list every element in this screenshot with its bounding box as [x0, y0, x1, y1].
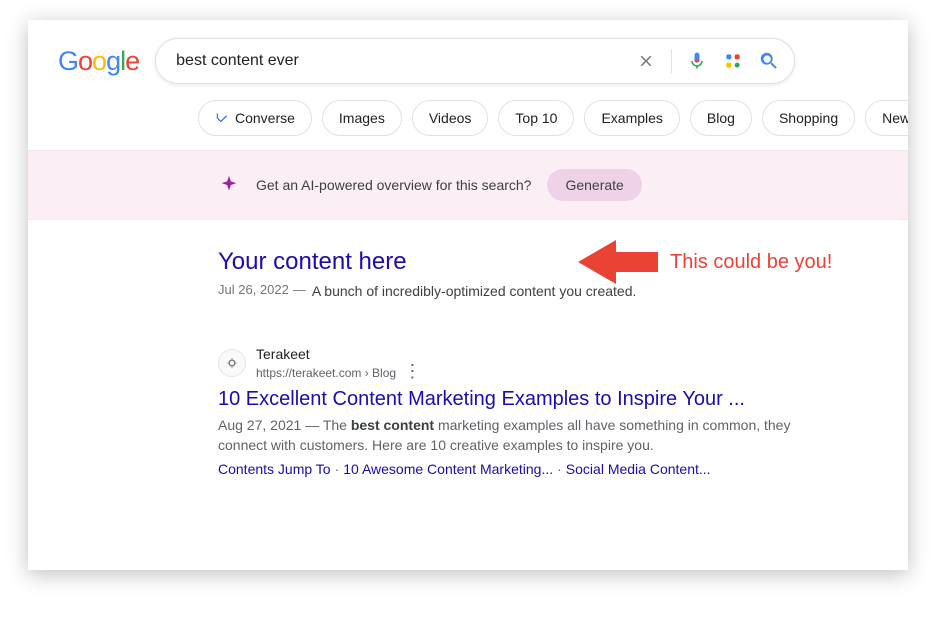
search-result: Terakeet https://terakeet.com › Blog ⋮ 1…	[218, 346, 818, 478]
chip-top10[interactable]: Top 10	[498, 100, 574, 136]
lens-icon[interactable]	[722, 50, 744, 72]
chip-news[interactable]: News	[865, 100, 908, 136]
arrow-icon	[578, 232, 658, 292]
chip-images[interactable]: Images	[322, 100, 402, 136]
chip-label: News	[882, 110, 908, 126]
search-icon[interactable]	[758, 50, 780, 72]
ai-overview-banner: Get an AI-powered overview for this sear…	[28, 150, 908, 220]
search-bar[interactable]	[155, 38, 795, 84]
chip-label: Images	[339, 110, 385, 126]
result-sitelinks: Contents Jump To·10 Awesome Content Mark…	[218, 461, 818, 477]
sitelink[interactable]: 10 Awesome Content Marketing...	[343, 461, 553, 477]
google-logo[interactable]: Google	[58, 46, 139, 77]
more-icon[interactable]: ⋮	[403, 361, 421, 381]
filter-chips: Converse Images Videos Top 10 Examples B…	[28, 94, 908, 150]
favicon	[218, 349, 246, 377]
ai-banner-text: Get an AI-powered overview for this sear…	[256, 177, 531, 193]
annotation-text: This could be you!	[670, 251, 832, 274]
chip-converse[interactable]: Converse	[198, 100, 312, 136]
generate-button[interactable]: Generate	[547, 169, 641, 201]
search-input[interactable]	[176, 52, 635, 70]
sparkle-icon	[218, 174, 240, 196]
result-site-name: Terakeet	[256, 346, 421, 362]
result-title[interactable]: 10 Excellent Content Marketing Examples …	[218, 388, 818, 411]
chip-label: Videos	[429, 110, 472, 126]
sitelink[interactable]: Contents Jump To	[218, 461, 331, 477]
chip-label: Top 10	[515, 110, 557, 126]
chip-examples[interactable]: Examples	[584, 100, 679, 136]
divider	[671, 49, 672, 73]
dash: —	[293, 282, 306, 297]
annotation: This could be you!	[578, 232, 832, 292]
converse-icon	[215, 111, 229, 125]
chip-label: Shopping	[779, 110, 838, 126]
chip-videos[interactable]: Videos	[412, 100, 489, 136]
sitelink[interactable]: Social Media Content...	[566, 461, 711, 477]
chip-label: Blog	[707, 110, 735, 126]
chip-label: Converse	[235, 110, 295, 126]
chip-label: Examples	[601, 110, 662, 126]
header: Google	[28, 28, 908, 94]
result-url[interactable]: https://terakeet.com › Blog	[256, 366, 396, 380]
chip-blog[interactable]: Blog	[690, 100, 752, 136]
chip-shopping[interactable]: Shopping	[762, 100, 855, 136]
placeholder-date: Jul 26, 2022	[218, 282, 289, 297]
result-snippet: Aug 27, 2021 — The best content marketin…	[218, 415, 818, 456]
clear-icon[interactable]	[635, 50, 657, 72]
mic-icon[interactable]	[686, 50, 708, 72]
